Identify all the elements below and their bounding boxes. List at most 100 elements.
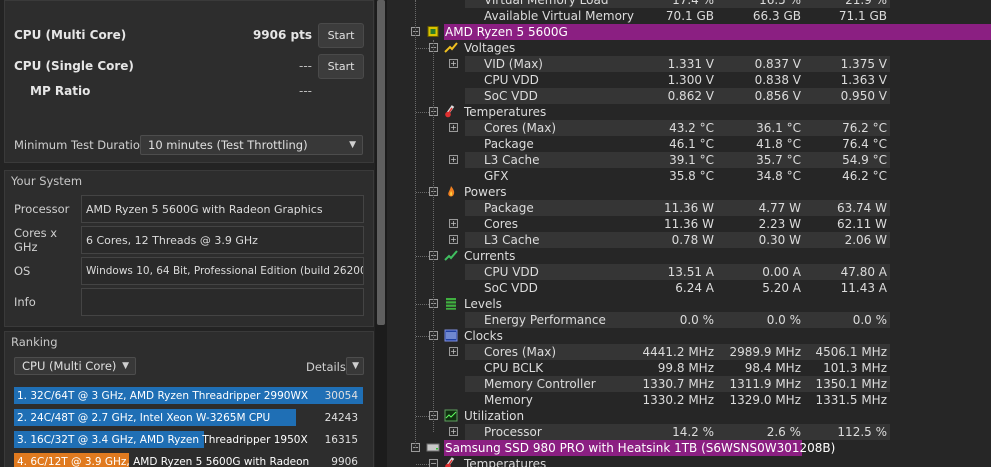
sensor-name: L3 Cache xyxy=(484,153,540,167)
tree-sensor-row[interactable]: + Processor 14.2 % 2.6 % 112.5 % xyxy=(387,424,991,440)
expand-toggle[interactable]: + xyxy=(449,155,458,164)
tree-sensor-row[interactable]: Memory 1330.2 MHz 1329.0 MHz 1331.5 MHz xyxy=(387,392,991,408)
sensor-maximum: 71.1 GB xyxy=(838,9,887,23)
info-field[interactable] xyxy=(81,288,364,316)
tree-group-row[interactable]: − Levels xyxy=(387,296,991,312)
tree-sensor-row[interactable]: GFX 35.8 °C 34.8 °C 46.2 °C xyxy=(387,168,991,184)
tree-sensor-row[interactable]: Virtual Memory Load 17.4 % 16.5 % 21.9 % xyxy=(387,0,991,8)
tree-sensor-row[interactable]: Package 11.36 W 4.77 W 63.74 W xyxy=(387,200,991,216)
tree-group-row[interactable]: − Voltages xyxy=(387,40,991,56)
expand-toggle[interactable]: + xyxy=(449,347,458,356)
group-name: Currents xyxy=(464,249,516,263)
group-name: Levels xyxy=(464,297,502,311)
group-name: Temperatures xyxy=(464,457,547,467)
sensor-minimum: 1329.0 MHz xyxy=(729,393,801,407)
tree-sensor-row[interactable]: + Cores (Max) 43.2 °C 36.1 °C 76.2 °C xyxy=(387,120,991,136)
system-value: AMD Ryzen 5 5600G with Radeon Graphics xyxy=(81,195,364,223)
collapse-toggle[interactable]: − xyxy=(429,459,438,467)
sensor-current: 43.2 °C xyxy=(669,121,714,135)
sensor-current: 11.36 W xyxy=(663,201,714,215)
system-key: Info xyxy=(14,295,36,309)
ranking-mode-select[interactable]: CPU (Multi Core) ▼ xyxy=(14,357,136,375)
single-core-label: CPU (Single Core) xyxy=(14,59,134,73)
tree-connector xyxy=(416,336,429,337)
group-name: Voltages xyxy=(464,41,516,55)
sensor-name: CPU VDD xyxy=(484,73,539,87)
multi-core-row: CPU (Multi Core) 9906 pts Start xyxy=(14,22,364,48)
tree-device-row[interactable]: − Samsung SSD 980 PRO with Heatsink 1TB (… xyxy=(387,440,991,456)
ranking-entry-label: 3. 16C/32T @ 3.4 GHz, AMD Ryzen Threadri… xyxy=(17,433,310,446)
sensor-maximum: 62.11 W xyxy=(836,217,887,231)
tree-sensor-row[interactable]: Memory Controller 1330.7 MHz 1311.9 MHz 135… xyxy=(387,376,991,392)
tree-sensor-row[interactable]: + L3 Cache 0.78 W 0.30 W 2.06 W xyxy=(387,232,991,248)
cpu-chip-icon xyxy=(426,25,440,38)
tree-device-row[interactable]: − AMD Ryzen 5 5600G xyxy=(387,24,991,40)
hwinfo-sensor-tree: Virtual Memory Load 17.4 % 16.5 % 21.9 % Ava… xyxy=(387,0,991,467)
single-core-row: CPU (Single Core) --- Start xyxy=(14,53,364,79)
ranking-entry[interactable]: 3. 16C/32T @ 3.4 GHz, AMD Ryzen Threadri… xyxy=(14,431,364,448)
multi-core-start-button[interactable]: Start xyxy=(318,22,364,48)
mp-ratio-value: --- xyxy=(299,84,312,98)
sensor-minimum: 0.837 V xyxy=(754,57,801,71)
sensor-name: CPU VDD xyxy=(484,265,539,279)
tree-group-row[interactable]: − Clocks xyxy=(387,328,991,344)
details-label[interactable]: Details xyxy=(306,360,346,374)
scrollbar-thumb[interactable] xyxy=(377,0,385,325)
sensor-current: 1.300 V xyxy=(667,73,714,87)
ranking-entry[interactable]: 4. 6C/12T @ 3.9 GHz, AMD Ryzen 5 5600G w… xyxy=(14,453,364,467)
tree-group-row[interactable]: − Utilization xyxy=(387,408,991,424)
expand-toggle[interactable]: + xyxy=(449,123,458,132)
sensor-current: 17.4 % xyxy=(672,0,714,7)
group-name: Temperatures xyxy=(464,105,547,119)
ranking-entry[interactable]: 1. 32C/64T @ 3 GHz, AMD Ryzen Threadripp… xyxy=(14,387,364,404)
sensor-minimum: 0.856 V xyxy=(754,89,801,103)
system-row-info: Info xyxy=(14,288,364,316)
tree-sensor-row[interactable]: CPU VDD 13.51 A 0.00 A 47.80 A xyxy=(387,264,991,280)
tree-sensor-row[interactable]: Package 46.1 °C 41.8 °C 76.4 °C xyxy=(387,136,991,152)
sensor-name: Memory xyxy=(484,393,533,407)
tree-sensor-row[interactable]: Available Virtual Memory 70.1 GB 66.3 GB 71… xyxy=(387,8,991,24)
tree-sensor-row[interactable]: + Cores 11.36 W 2.23 W 62.11 W xyxy=(387,216,991,232)
tree-group-row[interactable]: − Temperatures xyxy=(387,456,991,467)
sensor-maximum: 0.950 V xyxy=(840,89,887,103)
tree-sensor-row[interactable]: SoC VDD 6.24 A 5.20 A 11.43 A xyxy=(387,280,991,296)
sensor-minimum: 5.20 A xyxy=(762,281,801,295)
tree-group-row[interactable]: − Powers xyxy=(387,184,991,200)
tree-sensor-row[interactable]: SoC VDD 0.862 V 0.856 V 0.950 V xyxy=(387,88,991,104)
tree-group-row[interactable]: − Temperatures xyxy=(387,104,991,120)
details-toggle[interactable]: ▼ xyxy=(346,357,364,375)
sensor-maximum: 1350.1 MHz xyxy=(815,377,887,391)
expand-toggle[interactable]: + xyxy=(449,235,458,244)
tree-connector xyxy=(433,40,434,432)
expand-toggle[interactable]: + xyxy=(449,219,458,228)
system-row-cores: Cores x GHz 6 Cores, 12 Threads @ 3.9 GH… xyxy=(14,226,364,254)
min-duration-select[interactable]: 10 minutes (Test Throttling) ▼ xyxy=(140,135,363,155)
tree-connector xyxy=(415,0,416,448)
ranking-entry[interactable]: 2. 24C/48T @ 2.7 GHz, Intel Xeon W-3265M… xyxy=(14,409,364,426)
expand-toggle[interactable]: + xyxy=(449,427,458,436)
tree-sensor-row[interactable]: Energy Performance 0.0 % 0.0 % 0.0 % xyxy=(387,312,991,328)
tree-connector xyxy=(416,464,429,465)
tree-sensor-row[interactable]: CPU VDD 1.300 V 0.838 V 1.363 V xyxy=(387,72,991,88)
ranking-entry-score: 16315 xyxy=(324,433,358,446)
sensor-maximum: 1.375 V xyxy=(840,57,887,71)
ranking-entry-label: 2. 24C/48T @ 2.7 GHz, Intel Xeon W-3265M… xyxy=(17,411,271,424)
tree-sensor-row[interactable]: CPU BCLK 99.8 MHz 98.4 MHz 101.3 MHz xyxy=(387,360,991,376)
system-row-os: OS Windows 10, 64 Bit, Professional Edit… xyxy=(14,257,364,285)
single-core-start-button[interactable]: Start xyxy=(318,53,364,79)
ranking-entry-score: 24243 xyxy=(324,411,358,424)
sensor-current: 14.2 % xyxy=(672,425,714,439)
tree-sensor-row[interactable]: + VID (Max) 1.331 V 0.837 V 1.375 V xyxy=(387,56,991,72)
ranking-title: Ranking xyxy=(11,335,58,349)
tree-group-row[interactable]: − Currents xyxy=(387,248,991,264)
sensor-current: 99.8 MHz xyxy=(657,361,714,375)
device-name: AMD Ryzen 5 5600G xyxy=(445,25,568,39)
ranking-entry-label: 1. 32C/64T @ 3 GHz, AMD Ryzen Threadripp… xyxy=(17,389,310,402)
tree-sensor-row[interactable]: + Cores (Max) 4441.2 MHz 2989.9 MHz 4506.1 M… xyxy=(387,344,991,360)
sensor-maximum: 63.74 W xyxy=(836,201,887,215)
sensor-name: Available Virtual Memory xyxy=(484,9,634,23)
cinebench-panel: CPU (Multi Core) 9906 pts Start CPU (Sin… xyxy=(0,0,385,467)
expand-toggle[interactable]: + xyxy=(449,59,458,68)
clock-bars-icon xyxy=(444,329,458,342)
tree-sensor-row[interactable]: + L3 Cache 39.1 °C 35.7 °C 54.9 °C xyxy=(387,152,991,168)
